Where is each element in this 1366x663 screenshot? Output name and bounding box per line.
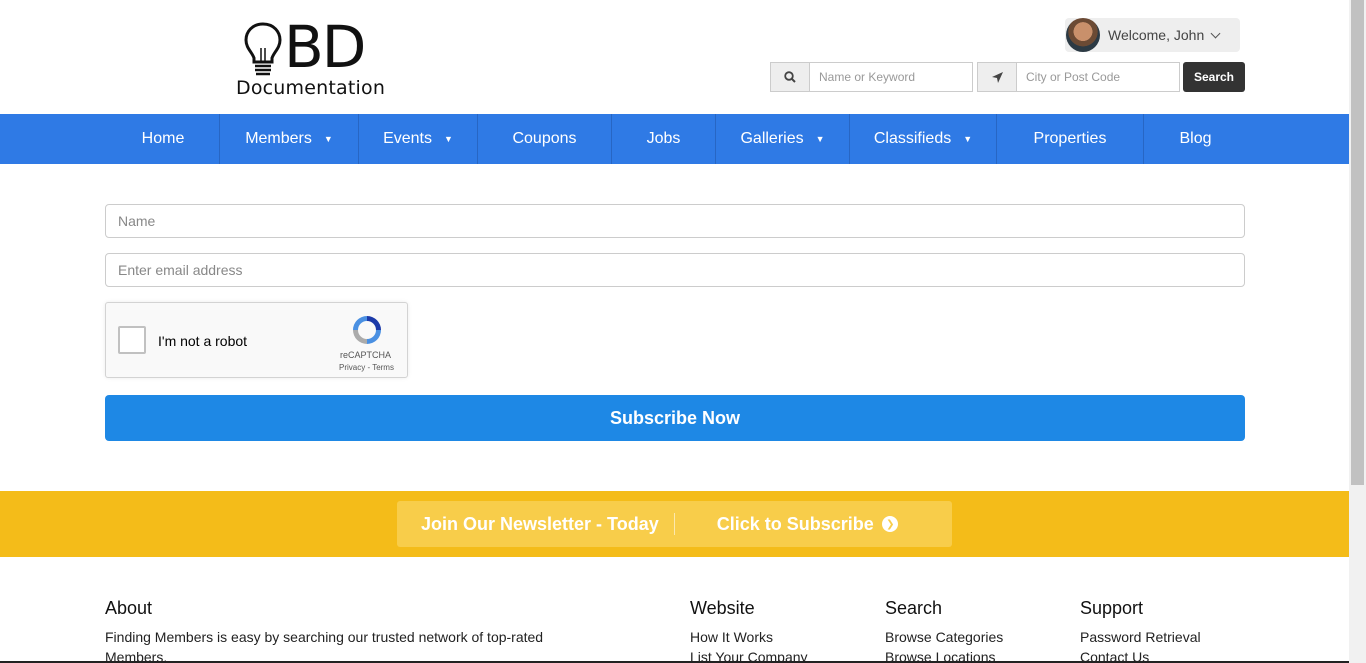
newsletter-subscribe-button[interactable]: Join Our Newsletter - Today Click to Sub…	[397, 501, 952, 547]
footer-support-title: Support	[1080, 598, 1144, 618]
nav-item-home[interactable]: Home	[107, 114, 220, 164]
search-icon	[770, 62, 810, 92]
chevron-down-icon	[1210, 28, 1221, 38]
footer-website-title: Website	[690, 598, 755, 618]
footer-link[interactable]: How It Works	[690, 627, 808, 647]
keyword-search-input[interactable]: Name or Keyword	[810, 62, 973, 92]
nav-item-label: Properties	[1033, 130, 1107, 147]
captcha-label: I'm not a robot	[158, 333, 248, 349]
newsletter-join-text: Join Our Newsletter - Today	[421, 513, 659, 534]
footer-search: Search Browse Categories Browse Location…	[885, 598, 1003, 663]
footer-search-title: Search	[885, 598, 943, 618]
footer-about: About Finding Members is easy by searchi…	[105, 598, 545, 663]
caret-down-icon: ▼	[323, 134, 333, 144]
nav-item-label: Classifieds	[873, 130, 952, 147]
nav-item-members[interactable]: Members ▼	[220, 114, 359, 164]
footer-support: Support Password Retrieval Contact Us	[1080, 598, 1201, 663]
welcome-label: Welcome, John	[1108, 27, 1205, 43]
name-field[interactable]: Name	[105, 204, 1245, 238]
page-scrollbar[interactable]	[1349, 0, 1366, 663]
nav-item-events[interactable]: Events ▼	[359, 114, 478, 164]
lightbulb-icon	[244, 22, 282, 76]
footer-link[interactable]: Browse Categories	[885, 627, 1003, 647]
nav-item-label: Home	[141, 130, 185, 147]
click-to-subscribe-text: Click to Subscribe	[716, 513, 874, 534]
footer-about-text: Finding Members is easy by searching our…	[105, 629, 544, 663]
nav-item-label: Galleries	[740, 130, 804, 147]
avatar	[1066, 18, 1100, 52]
footer-about-title: About	[105, 598, 153, 618]
captcha-checkbox[interactable]	[118, 326, 146, 354]
logo-documentation-text: Documentation	[236, 77, 386, 99]
site-logo[interactable]: BD Documentation	[236, 13, 406, 100]
nav-item-label: Jobs	[646, 130, 681, 147]
nav-item-galleries[interactable]: Galleries ▼	[716, 114, 850, 164]
user-menu-button[interactable]: Welcome, John	[1065, 18, 1240, 52]
nav-item-label: Events	[383, 130, 432, 147]
email-field[interactable]: Enter email address	[105, 253, 1245, 287]
divider	[673, 513, 675, 535]
location-search-input[interactable]: City or Post Code	[1017, 62, 1180, 92]
scrollbar-thumb[interactable]	[1351, 0, 1364, 485]
location-arrow-icon	[977, 62, 1017, 92]
nav-item-properties[interactable]: Properties	[997, 114, 1144, 164]
nav-item-blog[interactable]: Blog	[1144, 114, 1247, 164]
nav-item-classifieds[interactable]: Classifieds ▼	[850, 114, 997, 164]
caret-down-icon: ▼	[963, 134, 973, 144]
recaptcha-logo-icon	[353, 316, 381, 344]
nav-item-label: Coupons	[512, 130, 577, 147]
logo-bd-text: BD	[284, 13, 366, 81]
nav-item-label: Members	[245, 130, 312, 147]
site-header: BD Documentation Welcome, John Name or K…	[0, 0, 1349, 114]
arrow-circle-right-icon: ❯	[881, 516, 898, 532]
search-button[interactable]: Search	[1183, 62, 1245, 92]
caret-down-icon: ▼	[444, 134, 453, 144]
recaptcha-widget: I'm not a robot reCAPTCHA Privacy - Term…	[105, 302, 408, 378]
nav-item-jobs[interactable]: Jobs	[612, 114, 716, 164]
caret-down-icon: ▼	[815, 134, 825, 144]
main-navigation: Home Members ▼ Events ▼ Coupons Jobs Galle…	[0, 114, 1349, 164]
captcha-brand: reCAPTCHA	[340, 350, 392, 360]
newsletter-bar: Join Our Newsletter - Today Click to Sub…	[0, 491, 1349, 557]
nav-item-coupons[interactable]: Coupons	[478, 114, 612, 164]
subscribe-now-button[interactable]: Subscribe Now	[105, 395, 1245, 441]
search-bar: Name or Keyword City or Post Code Search	[770, 62, 1245, 92]
footer-website: Website How It Works List Your Company	[690, 598, 808, 663]
captcha-privacy-terms-link[interactable]: Privacy - Terms	[339, 363, 394, 372]
footer-link[interactable]: Password Retrieval	[1080, 627, 1201, 647]
nav-item-label: Blog	[1179, 130, 1212, 147]
